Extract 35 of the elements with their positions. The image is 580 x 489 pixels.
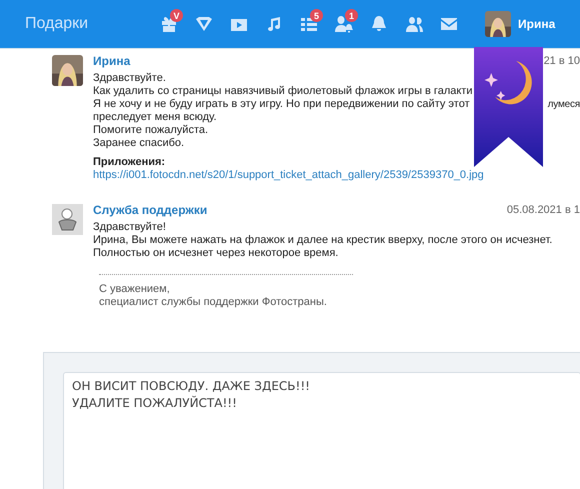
message-text: Ирина, Вы можете нажать на флажок и далее на крестик вверху, после этого он исчезнет. <box>93 234 552 247</box>
count-badge: V <box>170 9 183 22</box>
user-name[interactable]: Ирина <box>518 17 556 31</box>
nav-button[interactable]: 5 <box>291 9 326 39</box>
mail-icon <box>440 17 458 31</box>
signature-text: специалист службы поддержки Фотостраны. <box>99 296 328 309</box>
mascot-icon <box>52 204 83 235</box>
message-text: Здравствуйте! <box>93 221 166 234</box>
count-badge: 5 <box>310 9 323 22</box>
author-name[interactable]: Ирина <box>93 55 130 68</box>
moon-ribbon-icon[interactable] <box>474 47 543 167</box>
nav-button[interactable]: 1 <box>326 9 361 39</box>
section-title[interactable]: Подарки <box>25 15 151 33</box>
message-text: Полностью он исчезнет через некоторое время. <box>93 247 338 260</box>
nav-button[interactable]: V <box>151 9 186 39</box>
message-text: Здравствуйте. <box>93 72 166 85</box>
message-text: лумеся <box>548 98 580 111</box>
count-badge: 1 <box>345 9 358 22</box>
attachments-label: Приложения: <box>93 156 166 169</box>
people-icon <box>404 15 424 33</box>
message-text: преследует меня всюду. <box>93 111 216 124</box>
message-date: 05.08.2021 в 1 <box>506 204 580 217</box>
message-text: Заранее спасибо. <box>93 137 184 150</box>
message-text: Как удалить со страницы навязчивый фиолетовый флажок игры в галакти <box>93 85 472 98</box>
diamond-icon <box>194 16 212 32</box>
bell-icon <box>370 15 386 33</box>
author-name[interactable]: Служба поддержки <box>93 204 208 217</box>
message-text: Я не хочу и не буду играть в эту игру. Но при передвижении по сайту этот <box>93 98 470 111</box>
attachment-link[interactable]: https://i001.fotocdn.net/s20/1/support_ticket_attach_gallery/2539/2539370_0.jpg <box>93 169 484 181</box>
message-textarea[interactable]: ОН ВИСИТ ПОВСЮДУ. ДАЖЕ ЗДЕСЬ!!! УДАЛИТЕ ПОЖАЛУЙСТА!!! <box>63 372 580 489</box>
video-icon <box>230 16 248 32</box>
music-icon <box>266 16 282 32</box>
message-text: Помогите пожалуйста. <box>93 124 208 137</box>
signature-text: С уважением, <box>99 283 171 296</box>
message-date: 21 в 10 <box>544 55 580 68</box>
